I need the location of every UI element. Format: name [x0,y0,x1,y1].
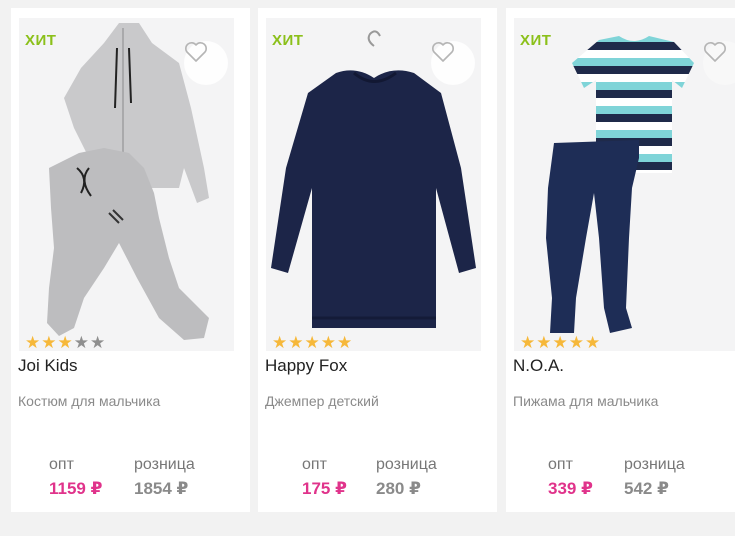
wholesale-label: опт [49,456,74,473]
wholesale-price: опт 1159 ₽ [49,455,102,501]
favorite-button[interactable] [431,41,475,85]
wholesale-label: опт [548,456,573,473]
wholesale-value: 339 ₽ [548,479,593,498]
star-icon: ★ [57,333,73,351]
wholesale-price: опт 339 ₽ [548,455,593,501]
star-icon: ★ [304,333,320,351]
star-icon: ★ [520,333,536,351]
favorite-button[interactable] [184,41,228,85]
hit-badge: ХИТ [272,32,304,49]
star-icon: ★ [288,333,304,351]
heart-outline-icon [185,42,207,62]
rating-stars: ★ ★ ★ ★ ★ [520,333,600,351]
product-card[interactable]: ХИТ ★ ★ ★ ★ ★ Joi Kids Костюм для мальчика о… [11,8,250,512]
hit-badge: ХИТ [25,32,57,49]
heart-outline-icon [432,42,454,62]
star-icon: ★ [536,333,552,351]
star-icon: ★ [90,333,106,351]
wholesale-price: опт 175 ₽ [302,455,347,501]
rating-stars: ★ ★ ★ ★ ★ [272,333,352,351]
star-icon: ★ [73,333,89,351]
hit-badge: ХИТ [520,32,552,49]
star-icon: ★ [272,333,288,351]
star-icon: ★ [337,333,353,351]
product-image[interactable]: ХИТ ★ ★ ★ ★ ★ [19,18,234,351]
product-card[interactable]: ХИТ ★ ★ ★ ★ ★ Happy Fox Джемпер детский опт … [258,8,497,512]
retail-label: розница [134,456,195,473]
retail-value: 280 ₽ [376,479,421,498]
product-brand[interactable]: Joi Kids [18,356,78,376]
product-description: Джемпер детский [265,393,379,409]
rating-stars: ★ ★ ★ ★ ★ [25,333,105,351]
star-icon: ★ [320,333,336,351]
retail-value: 1854 ₽ [134,479,189,498]
product-description: Пижама для мальчика [513,393,659,409]
retail-label: розница [376,456,437,473]
product-brand[interactable]: N.O.A. [513,356,564,376]
retail-value: 542 ₽ [624,479,669,498]
retail-price: розница 542 ₽ [624,455,685,501]
star-icon: ★ [568,333,584,351]
product-description: Костюм для мальчика [18,393,161,409]
wholesale-value: 1159 ₽ [49,479,103,498]
star-icon: ★ [41,333,57,351]
retail-label: розница [624,456,685,473]
product-image[interactable]: ХИТ ★ ★ ★ ★ ★ [266,18,481,351]
product-brand[interactable]: Happy Fox [265,356,347,376]
wholesale-label: опт [302,456,327,473]
retail-price: розница 280 ₽ [376,455,437,501]
product-image[interactable]: ХИТ ★ ★ ★ ★ ★ [514,18,735,351]
product-card[interactable]: ХИТ ★ ★ ★ ★ ★ N.O.A. Пижама для мальчика опт… [506,8,735,512]
star-icon: ★ [552,333,568,351]
wholesale-value: 175 ₽ [302,479,347,498]
star-icon: ★ [25,333,41,351]
product-grid: ХИТ ★ ★ ★ ★ ★ Joi Kids Костюм для мальчика о… [0,0,735,536]
retail-price: розница 1854 ₽ [134,455,195,501]
star-icon: ★ [585,333,601,351]
heart-outline-icon [704,42,726,62]
